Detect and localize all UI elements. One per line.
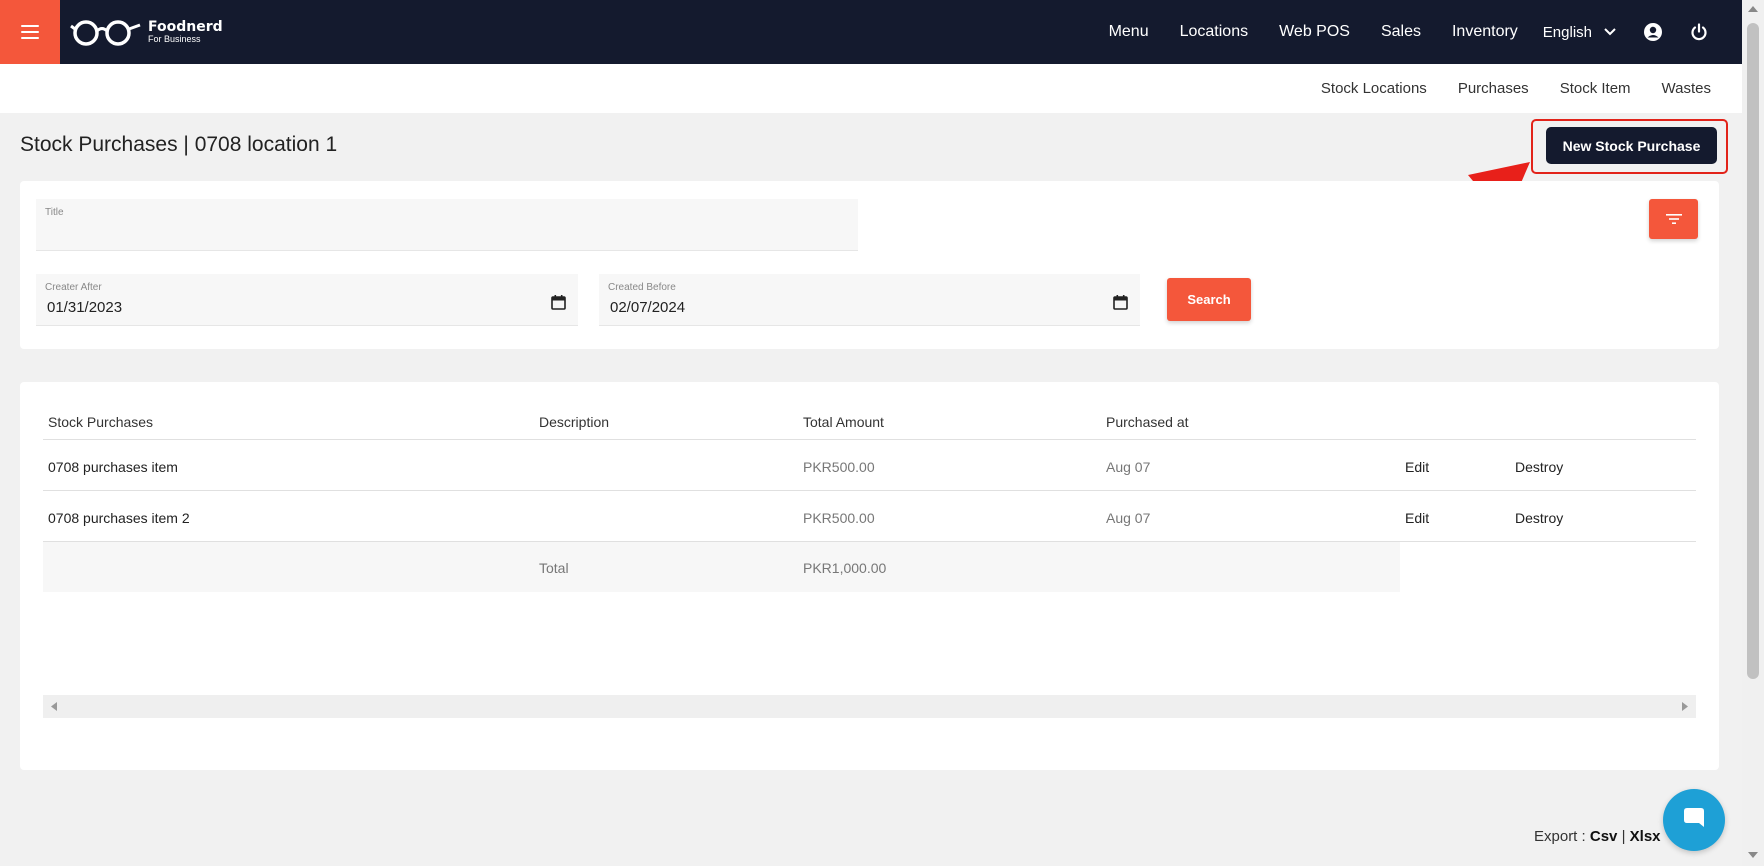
main-nav: Menu Locations Web POS Sales Inventory E… bbox=[1078, 0, 1742, 64]
highlight-box: New Stock Purchase bbox=[1531, 119, 1728, 174]
scroll-down-icon[interactable] bbox=[1748, 852, 1758, 858]
total-value: PKR1,000.00 bbox=[803, 560, 887, 576]
row-name: 0708 purchases item 2 bbox=[48, 510, 190, 526]
brand-tagline: For Business bbox=[148, 34, 201, 44]
filter-toggle-button[interactable] bbox=[1649, 199, 1698, 239]
search-button[interactable]: Search bbox=[1167, 278, 1251, 321]
created-after-field[interactable]: Creater After 01/31/2023 bbox=[36, 274, 578, 326]
export-csv-link[interactable]: Csv bbox=[1590, 828, 1618, 845]
edit-link[interactable]: Edit bbox=[1405, 510, 1429, 526]
language-label: English bbox=[1542, 23, 1592, 41]
row-amount: PKR500.00 bbox=[803, 510, 875, 526]
brand-name: Foodnerd bbox=[148, 19, 223, 35]
filter-icon bbox=[1665, 214, 1682, 224]
calendar-icon[interactable] bbox=[1113, 295, 1128, 310]
filter-panel: Title Creater After 01/31/2023 Created B… bbox=[20, 181, 1719, 349]
created-after-label: Creater After bbox=[45, 282, 102, 293]
subnav-stock-locations[interactable]: Stock Locations bbox=[1321, 80, 1427, 97]
nav-inventory[interactable]: Inventory bbox=[1452, 23, 1518, 41]
row-date: Aug 07 bbox=[1106, 459, 1151, 475]
destroy-link[interactable]: Destroy bbox=[1515, 459, 1563, 475]
scrollbar-thumb[interactable] bbox=[1747, 23, 1759, 679]
page-scrollbar[interactable] bbox=[1742, 0, 1764, 866]
total-row bbox=[43, 542, 1400, 592]
calendar-icon[interactable] bbox=[551, 295, 566, 310]
purchases-table: Stock Purchases Description Total Amount… bbox=[20, 382, 1719, 770]
chat-button[interactable] bbox=[1663, 789, 1725, 851]
top-navbar: Foodnerd For Business Menu Locations Web… bbox=[0, 0, 1742, 64]
hamburger-menu-icon[interactable] bbox=[0, 0, 60, 64]
edit-link[interactable]: Edit bbox=[1405, 459, 1429, 475]
created-before-field[interactable]: Created Before 02/07/2024 bbox=[599, 274, 1140, 326]
page-title: Stock Purchases | 0708 location 1 bbox=[20, 133, 338, 156]
chevron-down-icon bbox=[1604, 28, 1616, 36]
inventory-subnav: Stock Locations Purchases Stock Item Was… bbox=[0, 64, 1742, 113]
nav-menu[interactable]: Menu bbox=[1109, 23, 1149, 41]
new-stock-purchase-button[interactable]: New Stock Purchase bbox=[1546, 127, 1717, 164]
export-label: Export bbox=[1534, 828, 1578, 845]
brand-logo[interactable]: Foodnerd For Business bbox=[70, 17, 223, 47]
header-purchased-at: Purchased at bbox=[1106, 414, 1189, 430]
created-after-input[interactable]: 01/31/2023 bbox=[47, 299, 122, 316]
export-links: Export : Csv | Xlsx bbox=[1534, 828, 1661, 845]
row-divider bbox=[43, 490, 1696, 491]
horizontal-scrollbar[interactable] bbox=[43, 695, 1696, 718]
nav-sales[interactable]: Sales bbox=[1381, 23, 1421, 41]
export-xlsx-link[interactable]: Xlsx bbox=[1630, 828, 1661, 845]
language-select[interactable]: English bbox=[1543, 24, 1616, 41]
glasses-logo-icon bbox=[70, 20, 141, 46]
scroll-left-icon[interactable] bbox=[51, 702, 57, 711]
nav-web-pos[interactable]: Web POS bbox=[1279, 23, 1350, 41]
nav-locations[interactable]: Locations bbox=[1180, 23, 1249, 41]
total-label: Total bbox=[539, 560, 569, 576]
destroy-link[interactable]: Destroy bbox=[1515, 510, 1563, 526]
row-date: Aug 07 bbox=[1106, 510, 1151, 526]
header-stock-purchases: Stock Purchases bbox=[48, 414, 154, 430]
title-label: Title bbox=[45, 207, 64, 218]
row-amount: PKR500.00 bbox=[803, 459, 875, 475]
scroll-right-icon[interactable] bbox=[1682, 702, 1688, 711]
chat-bubble-icon bbox=[1684, 808, 1704, 827]
power-icon[interactable] bbox=[1690, 23, 1708, 41]
account-icon[interactable] bbox=[1644, 23, 1662, 41]
created-before-label: Created Before bbox=[608, 282, 676, 293]
created-before-input[interactable]: 02/07/2024 bbox=[610, 299, 685, 316]
header-total-amount: Total Amount bbox=[803, 414, 884, 430]
scroll-up-icon[interactable] bbox=[1748, 6, 1758, 12]
header-divider bbox=[43, 439, 1696, 440]
subnav-wastes[interactable]: Wastes bbox=[1662, 80, 1711, 97]
row-name: 0708 purchases item bbox=[48, 459, 178, 475]
header-description: Description bbox=[539, 414, 610, 430]
subnav-purchases[interactable]: Purchases bbox=[1458, 80, 1529, 97]
title-field[interactable]: Title bbox=[36, 199, 858, 251]
subnav-stock-item[interactable]: Stock Item bbox=[1560, 80, 1631, 97]
